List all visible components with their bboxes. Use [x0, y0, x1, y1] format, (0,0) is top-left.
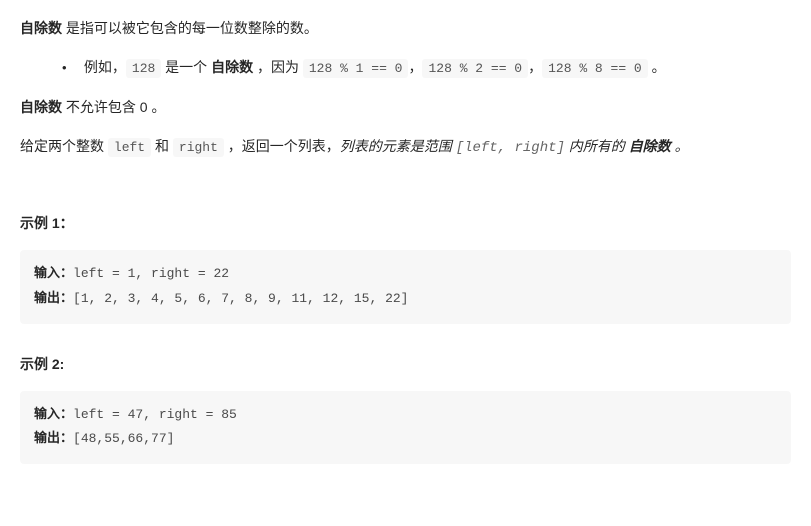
code-mod2: 128 % 2 == 0	[422, 59, 528, 78]
example-2-heading: 示例 2:	[20, 352, 791, 377]
comma2: ，	[528, 59, 542, 75]
rule-text: 不允许包含 0 。	[62, 99, 165, 115]
input-label: 输入：	[34, 266, 73, 281]
code-mod8: 128 % 8 == 0	[542, 59, 648, 78]
bullet-prefix: 例如，	[84, 59, 126, 75]
output-label: 输出：	[34, 291, 73, 306]
input-text: left = 1, right = 22	[73, 266, 229, 281]
output-label: 输出：	[34, 431, 73, 446]
input-text: left = 47, right = 85	[73, 407, 237, 422]
code-right: right	[173, 138, 224, 157]
task-t3: ，返回一个列表，	[224, 138, 340, 154]
task-t2: 和	[151, 138, 173, 154]
task-emphasis: 列表的元素是范围 [left, right] 内所有的 自除数 。	[340, 138, 689, 154]
bullet-mid: 是一个	[161, 59, 211, 75]
code-range: [left, right]	[456, 140, 565, 156]
definition-text: 是指可以被它包含的每一位数整除的数。	[62, 20, 318, 36]
list-item: 例如，128 是一个 自除数 ，因为 128 % 1 == 0，128 % 2 …	[80, 55, 791, 80]
bullet-sep: ，因为	[253, 59, 303, 75]
example-2-block: 输入：left = 47, right = 85 输出：[48,55,66,77…	[20, 391, 791, 464]
task-t1: 给定两个整数	[20, 138, 108, 154]
rule-paragraph: 自除数 不允许包含 0 。	[20, 95, 791, 120]
output-text: [1, 2, 3, 4, 5, 6, 7, 8, 9, 11, 12, 15, …	[73, 291, 408, 306]
bullet-period: 。	[648, 59, 666, 75]
task-em2: 内所有的	[565, 138, 629, 154]
rule-term: 自除数	[20, 99, 62, 115]
input-label: 输入：	[34, 407, 73, 422]
example-1-block: 输入：left = 1, right = 22 输出：[1, 2, 3, 4, …	[20, 250, 791, 323]
code-128: 128	[126, 59, 161, 78]
example-bullet-list: 例如，128 是一个 自除数 ，因为 128 % 1 == 0，128 % 2 …	[20, 55, 791, 80]
code-mod1: 128 % 1 == 0	[303, 59, 409, 78]
task-paragraph: 给定两个整数 left 和 right ，返回一个列表，列表的元素是范围 [le…	[20, 134, 791, 161]
task-em1: 列表的元素是范围	[340, 138, 456, 154]
definition-paragraph: 自除数 是指可以被它包含的每一位数整除的数。	[20, 16, 791, 41]
output-text: [48,55,66,77]	[73, 431, 174, 446]
task-em3: 。	[671, 138, 689, 154]
comma1: ，	[408, 59, 422, 75]
bullet-bold: 自除数	[211, 59, 253, 75]
task-bold: 自除数	[629, 138, 671, 154]
code-left: left	[108, 138, 151, 157]
term-self-dividing: 自除数	[20, 20, 62, 36]
example-1-heading: 示例 1：	[20, 211, 791, 236]
